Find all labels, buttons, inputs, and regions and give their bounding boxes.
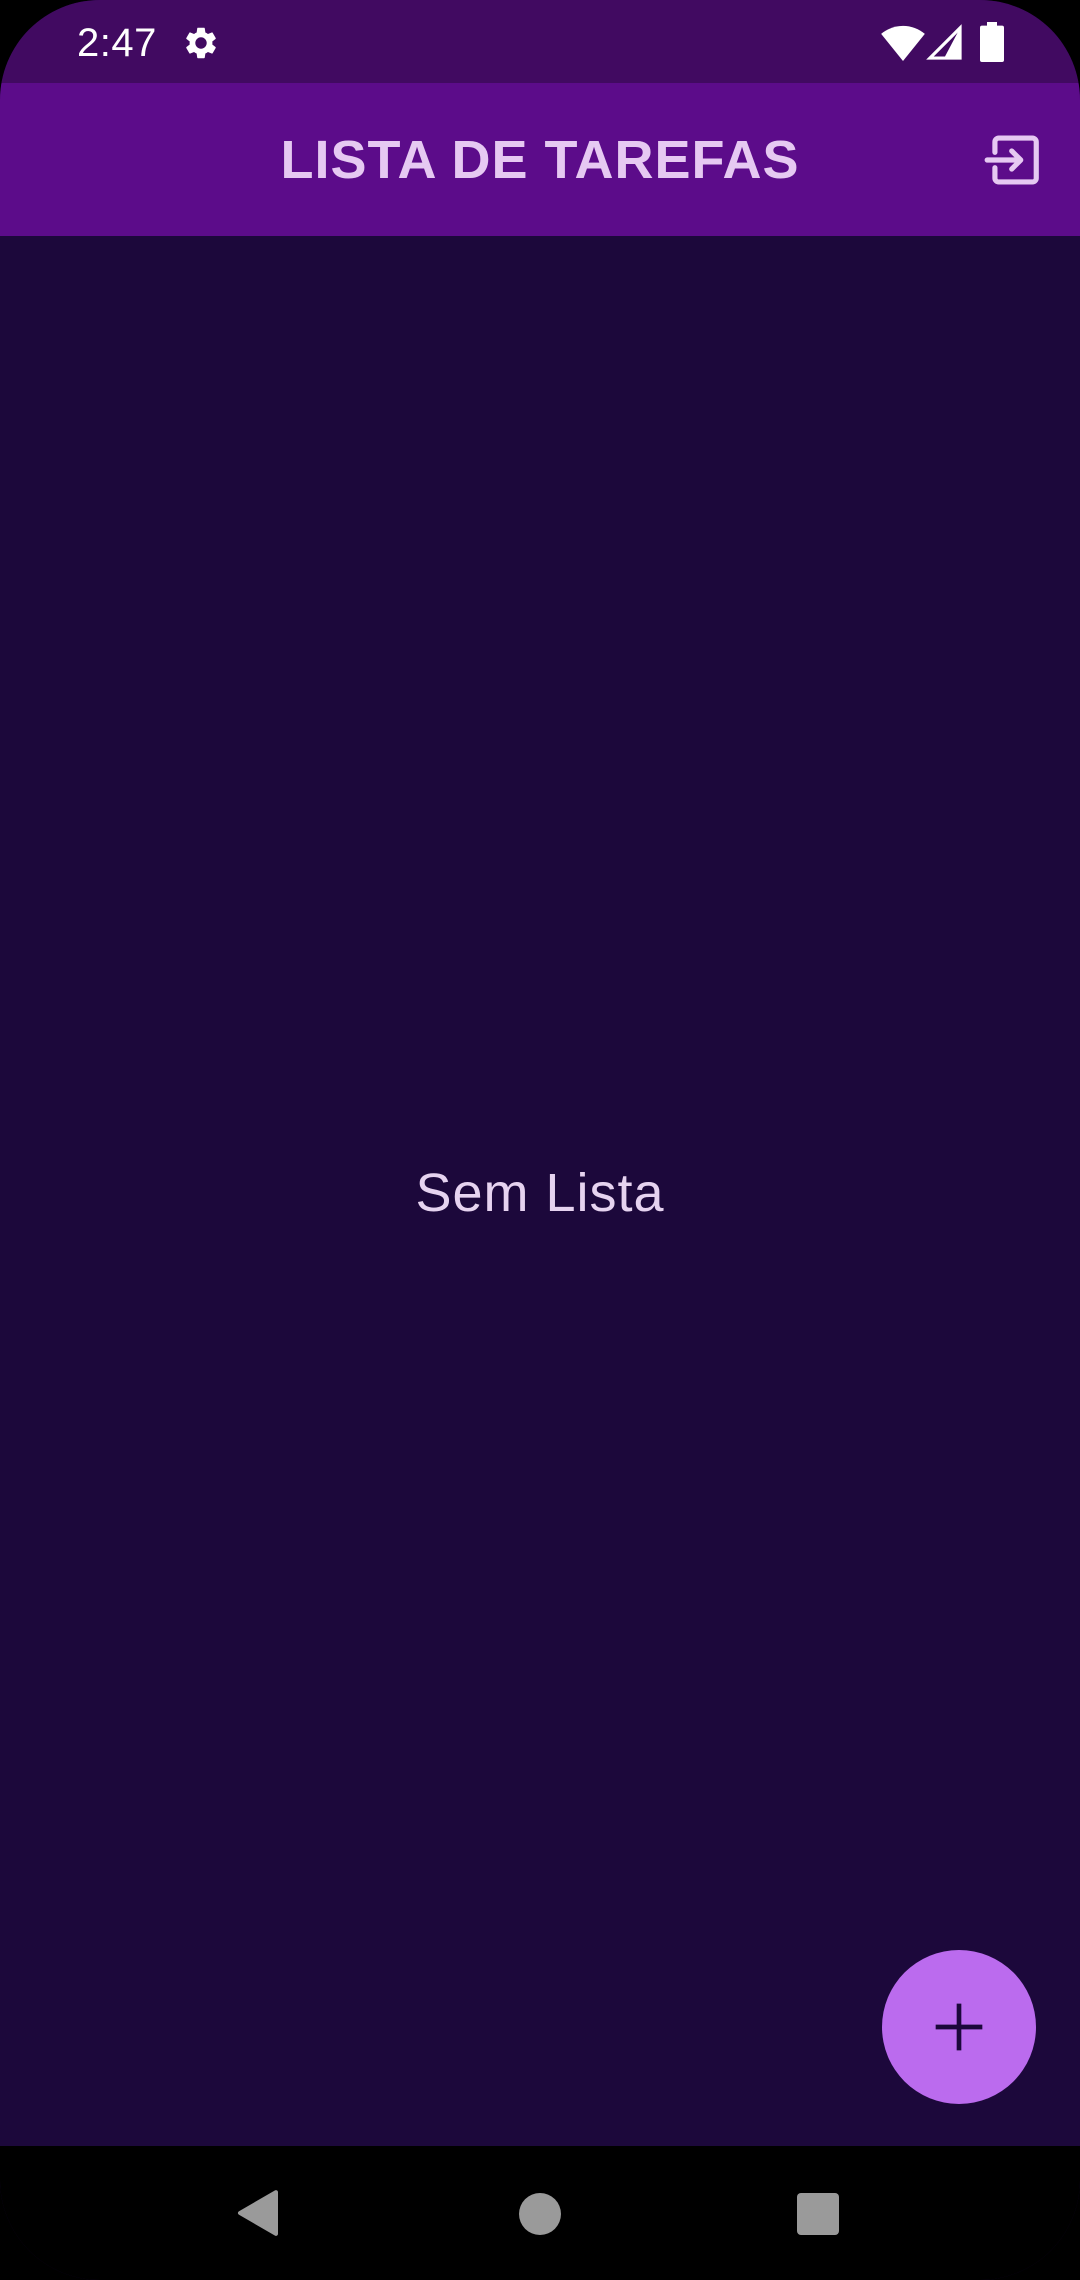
app-bar: LISTA DE TAREFAS <box>0 83 1080 236</box>
recents-icon[interactable] <box>797 2193 839 2235</box>
plus-icon <box>935 2003 983 2051</box>
status-time: 2:47 <box>77 21 157 65</box>
wifi-icon <box>881 25 925 62</box>
home-icon[interactable] <box>519 2193 561 2235</box>
signal-icon <box>926 24 962 60</box>
back-icon[interactable] <box>236 2189 280 2237</box>
app-title: LISTA DE TAREFAS <box>280 130 800 190</box>
app-screen: 2:47 LISTA DE TAREFAS Sem Lista <box>0 0 1080 2280</box>
add-task-button[interactable] <box>882 1950 1036 2104</box>
empty-list-message: Sem Lista <box>415 1163 665 1223</box>
gear-icon <box>186 27 216 59</box>
navigation-bar <box>0 2146 1080 2280</box>
battery-icon <box>980 22 1004 62</box>
status-bar: 2:47 <box>0 0 1080 83</box>
logout-icon[interactable] <box>982 129 1044 191</box>
